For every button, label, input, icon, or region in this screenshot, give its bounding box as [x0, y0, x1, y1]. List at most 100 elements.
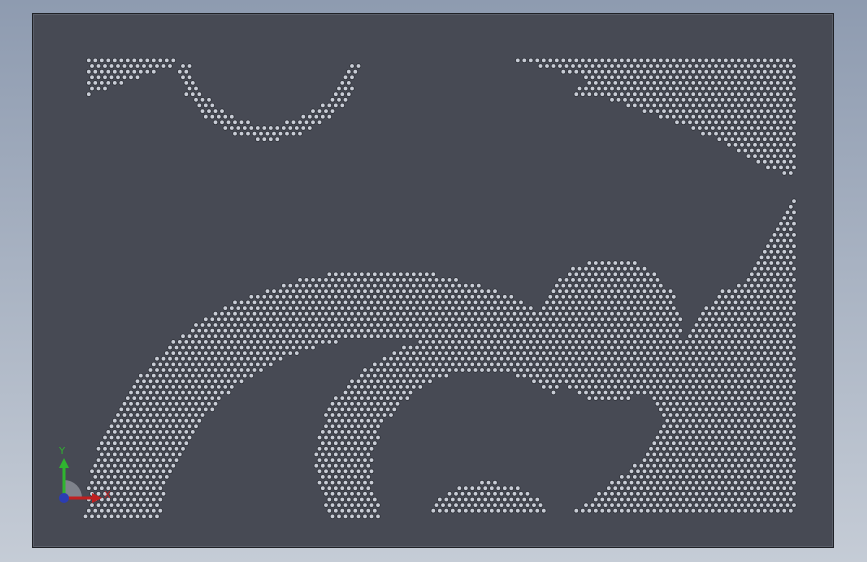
hole — [339, 418, 345, 424]
hole — [742, 361, 748, 368]
hole — [359, 474, 365, 480]
hole — [524, 491, 531, 497]
hole — [638, 339, 644, 345]
hole — [157, 361, 163, 368]
hole — [710, 429, 716, 435]
hole — [719, 423, 726, 429]
hole — [407, 344, 414, 351]
hole — [414, 378, 420, 384]
hole — [651, 271, 657, 277]
hole — [164, 429, 170, 435]
hole — [693, 74, 700, 81]
hole — [463, 316, 469, 322]
hole — [609, 378, 615, 384]
hole — [619, 305, 625, 311]
hole — [641, 288, 648, 294]
hole — [771, 265, 778, 272]
hole — [417, 339, 423, 345]
hole — [615, 265, 622, 272]
hole — [554, 282, 560, 289]
hole — [658, 406, 664, 413]
hole — [771, 457, 778, 463]
hole — [739, 130, 745, 137]
hole — [154, 389, 160, 396]
hole — [190, 350, 196, 356]
hole — [313, 113, 319, 120]
hole — [141, 502, 147, 508]
hole — [557, 277, 563, 283]
hole — [147, 63, 154, 69]
hole — [765, 333, 771, 339]
graphics-viewport[interactable]: Y X — [0, 0, 867, 562]
hole — [346, 440, 352, 446]
hole — [775, 339, 781, 345]
hole — [784, 288, 791, 294]
hole — [758, 412, 765, 418]
hole — [349, 74, 355, 81]
hole — [362, 333, 368, 339]
hole — [183, 429, 189, 435]
hole — [138, 418, 144, 424]
hole — [765, 479, 771, 486]
hole — [388, 322, 394, 328]
hole — [791, 288, 797, 294]
hole — [443, 508, 449, 514]
hole — [528, 316, 534, 322]
hole — [173, 378, 180, 384]
hole — [576, 378, 583, 384]
hole — [297, 311, 303, 317]
hole — [300, 125, 306, 131]
hole — [255, 136, 261, 142]
hole — [134, 74, 141, 81]
hole — [739, 63, 745, 69]
hole — [534, 339, 540, 345]
hole — [788, 305, 794, 311]
hole — [515, 508, 521, 514]
hole — [316, 299, 323, 306]
hole — [186, 412, 193, 418]
hole — [645, 57, 651, 64]
hole — [703, 451, 709, 458]
hole — [758, 265, 765, 272]
hole — [784, 232, 791, 238]
hole — [255, 350, 261, 356]
hole — [320, 463, 326, 469]
hole — [567, 282, 573, 289]
coordinate-triad[interactable]: Y X — [50, 440, 120, 510]
hole — [606, 395, 612, 401]
hole — [667, 423, 674, 429]
hole — [186, 74, 193, 81]
hole — [170, 361, 176, 368]
hole — [710, 69, 716, 75]
hole — [781, 69, 787, 75]
hole — [606, 508, 612, 514]
hole — [537, 367, 544, 373]
hole — [632, 271, 638, 277]
hole — [762, 271, 768, 277]
hole — [222, 327, 228, 334]
hole — [511, 491, 518, 497]
hole — [589, 367, 596, 373]
hole — [778, 119, 784, 125]
hole — [381, 311, 388, 317]
hole — [268, 136, 274, 142]
hole — [284, 311, 290, 317]
hole — [271, 356, 277, 362]
hole — [105, 429, 111, 435]
hole — [739, 491, 745, 497]
hole — [450, 282, 456, 289]
hole — [664, 80, 670, 86]
hole — [788, 384, 794, 390]
hole — [190, 361, 196, 368]
hole — [235, 350, 241, 356]
hole — [329, 491, 336, 497]
hole — [407, 389, 414, 396]
hole — [784, 299, 791, 306]
hole — [404, 327, 410, 334]
hole — [297, 344, 303, 351]
hole — [703, 316, 709, 322]
hole — [170, 339, 176, 345]
hole — [622, 288, 628, 294]
hole — [411, 361, 417, 368]
hole — [768, 57, 774, 64]
